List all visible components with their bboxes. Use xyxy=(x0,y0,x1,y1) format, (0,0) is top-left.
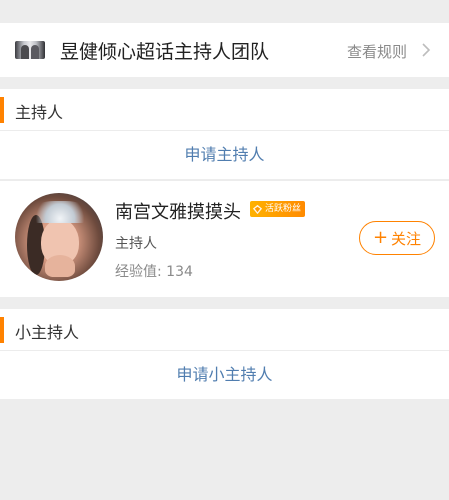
hosts-section: 主持人 申请主持人 xyxy=(0,89,449,179)
plus-icon: + xyxy=(372,227,389,248)
sub-hosts-section: 小主持人 申请小主持人 xyxy=(0,309,449,399)
section-accent-bar xyxy=(0,97,4,123)
topic-thumbnail xyxy=(15,41,45,59)
page-title: 昱健倾心超话主持人团队 xyxy=(60,41,270,63)
avatar[interactable] xyxy=(15,193,103,281)
section-title-hosts: 主持人 xyxy=(15,103,64,122)
host-row[interactable]: 南宫文雅摸摸头 活跃粉丝 主持人 经验值: 134 + 关注 xyxy=(0,180,449,297)
view-rules-link[interactable]: 查看规则 xyxy=(347,41,407,62)
host-experience: 经验值: 134 xyxy=(115,264,193,280)
section-accent-bar xyxy=(0,317,4,343)
apply-host-link[interactable]: 申请主持人 xyxy=(0,131,449,179)
chevron-right-icon[interactable] xyxy=(418,42,434,58)
section-header: 主持人 xyxy=(0,89,449,131)
follow-button[interactable]: + 关注 xyxy=(359,221,435,255)
section-header: 小主持人 xyxy=(0,309,449,351)
host-role: 主持人 xyxy=(115,236,157,252)
badge-label: 活跃粉丝 xyxy=(265,204,302,214)
section-title-sub-hosts: 小主持人 xyxy=(15,323,80,342)
topic-header[interactable]: 昱健倾心超话主持人团队 查看规则 xyxy=(0,23,449,77)
apply-sub-host-link[interactable]: 申请小主持人 xyxy=(0,351,449,399)
diamond-icon xyxy=(252,204,263,214)
follow-label: 关注 xyxy=(391,229,422,248)
host-name[interactable]: 南宫文雅摸摸头 xyxy=(115,198,241,224)
active-fan-badge: 活跃粉丝 xyxy=(250,201,306,217)
